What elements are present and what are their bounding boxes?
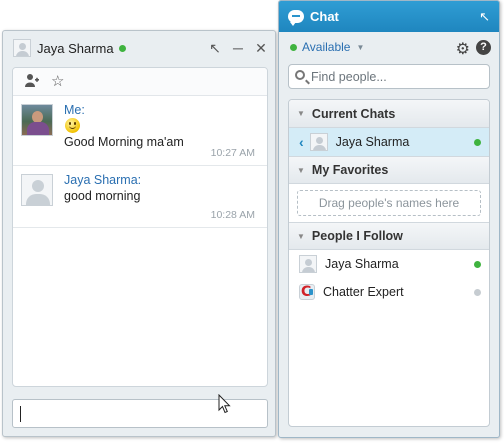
followed-person-item[interactable]: C Chatter Expert [289, 278, 489, 306]
conversation-title: Jaya Sharma [37, 40, 114, 56]
message-area[interactable]: ☆ Me: Good Morning ma'am 10:27 AM Jaya S… [12, 67, 268, 387]
star-icon[interactable]: ☆ [51, 74, 64, 89]
chevron-down-icon[interactable]: ▼ [356, 43, 364, 52]
person-name: Jaya Sharma [325, 257, 399, 271]
avatar [299, 255, 317, 273]
chat-title: Chat [310, 9, 339, 24]
search-box[interactable] [288, 64, 490, 89]
chevron-left-icon: ‹ [299, 134, 304, 150]
section-people-i-follow[interactable]: ▼ People I Follow [289, 222, 489, 250]
conversation-window: Jaya Sharma ↖ ─ ✕ ☆ Me: Good Morning ma'… [2, 30, 276, 437]
status-dropdown[interactable]: Available [302, 40, 350, 54]
close-icon[interactable]: ✕ [255, 41, 267, 55]
message-sender: Me: [64, 103, 85, 117]
person-name: Jaya Sharma [335, 135, 410, 149]
help-icon[interactable]: ? [476, 40, 491, 55]
status-row: Available ▼ ⚙ ? [279, 32, 499, 62]
collapse-icon: ▼ [297, 109, 305, 118]
message-text: good morning [64, 189, 141, 203]
message-text: Good Morning ma'am [64, 135, 184, 149]
mouse-cursor-icon [218, 394, 231, 414]
smiley-icon [65, 118, 80, 133]
section-label: Current Chats [311, 106, 396, 121]
chat-bubble-icon [288, 10, 304, 26]
avatar [13, 39, 31, 57]
conversation-header[interactable]: Jaya Sharma ↖ ─ ✕ [3, 31, 275, 65]
section-label: People I Follow [311, 229, 403, 243]
avatar [309, 133, 328, 151]
online-status-icon [474, 139, 481, 146]
popout-icon[interactable]: ↖ [209, 41, 221, 55]
collapse-icon: ▼ [297, 165, 305, 175]
online-status-icon [290, 43, 297, 51]
section-my-favorites[interactable]: ▼ My Favorites [289, 156, 489, 184]
chat-header[interactable]: Chat ↖ [279, 1, 499, 32]
conversation-toolbar: ☆ [13, 68, 267, 96]
search-input[interactable] [311, 68, 486, 85]
message-sender: Jaya Sharma: [64, 173, 142, 187]
text-caret [20, 406, 21, 422]
followed-person-item[interactable]: Jaya Sharma [289, 250, 489, 278]
gear-icon[interactable]: ⚙ [456, 39, 470, 59]
sender-photo [21, 104, 53, 136]
message-item: Jaya Sharma: good morning 10:28 AM [13, 166, 267, 228]
message-time: 10:27 AM [210, 147, 255, 159]
offline-status-icon [474, 289, 481, 296]
add-person-icon[interactable] [25, 73, 39, 90]
collapse-icon: ▼ [297, 231, 305, 241]
avatar [21, 174, 53, 206]
section-current-chats[interactable]: ▼ Current Chats [289, 100, 489, 128]
favorites-drop-zone[interactable]: Drag people's names here [297, 190, 481, 216]
section-label: My Favorites [311, 163, 389, 177]
message-item: Me: Good Morning ma'am 10:27 AM [13, 96, 267, 166]
online-status-icon [118, 44, 126, 52]
search-icon [295, 70, 305, 80]
online-status-icon [474, 261, 481, 268]
chatter-logo-icon: C [299, 284, 315, 300]
person-name: Chatter Expert [323, 285, 404, 299]
chat-panel: Chat ↖ Available ▼ ⚙ ? ▼ Current Chats ‹… [278, 0, 500, 438]
minimize-icon[interactable]: ─ [232, 41, 244, 55]
message-time: 10:28 AM [210, 209, 255, 221]
popout-icon[interactable]: ↖ [479, 9, 490, 25]
current-chat-item[interactable]: ‹ Jaya Sharma [289, 128, 489, 156]
people-lists: ▼ Current Chats ‹ Jaya Sharma ▼ My Favor… [288, 99, 490, 427]
